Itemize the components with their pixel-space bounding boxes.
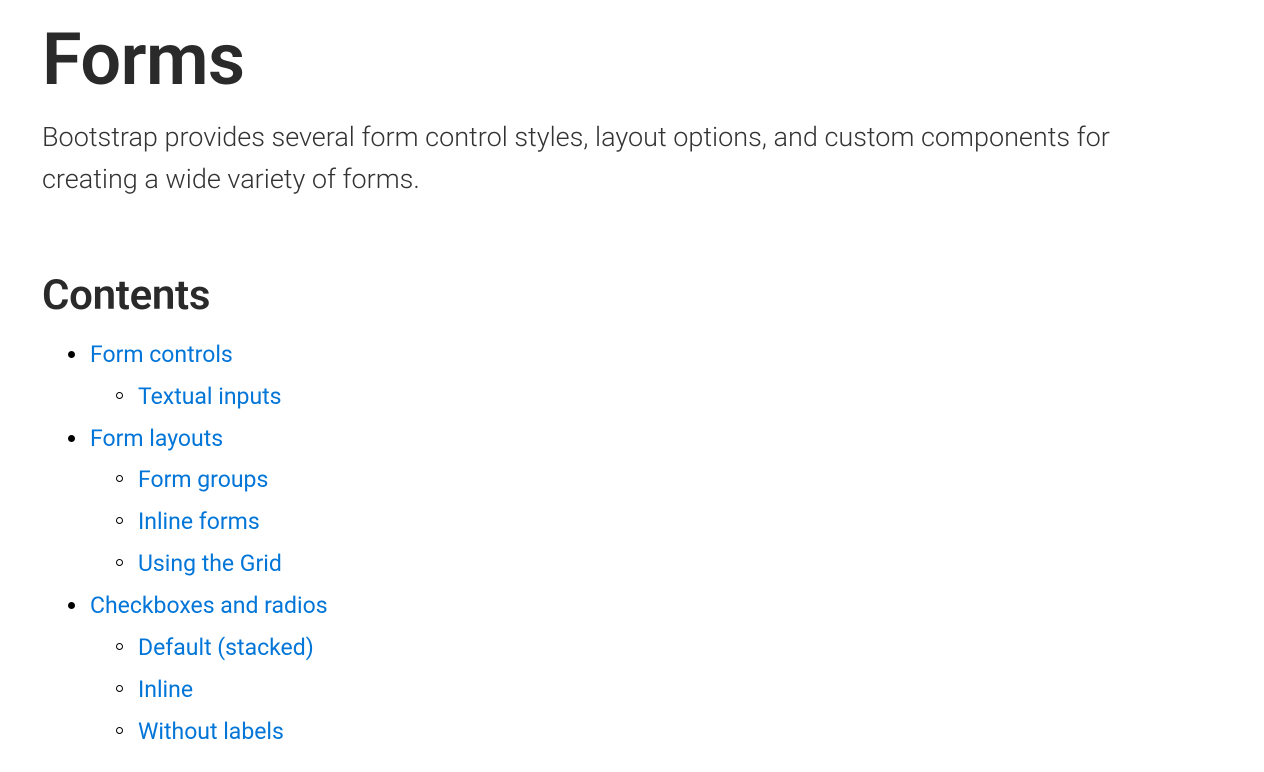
toc-link-using-the-grid[interactable]: Using the Grid (138, 550, 282, 577)
toc-item: Form layouts Form groups Inline forms Us… (90, 418, 1222, 585)
toc-link-inline[interactable]: Inline (138, 676, 193, 703)
page-title: Forms (42, 20, 1222, 99)
toc-subitem: Inline (138, 669, 1222, 711)
contents-heading: Contents (42, 271, 1222, 320)
toc-link-without-labels[interactable]: Without labels (138, 718, 284, 745)
toc-subitem: Form groups (138, 459, 1222, 501)
toc-link-checkboxes-and-radios[interactable]: Checkboxes and radios (90, 592, 328, 619)
toc-subitem: Using the Grid (138, 543, 1222, 585)
lead-paragraph: Bootstrap provides several form control … (42, 117, 1202, 201)
toc-link-form-controls[interactable]: Form controls (90, 341, 233, 368)
toc-link-textual-inputs[interactable]: Textual inputs (138, 383, 282, 410)
toc-subitem: Default (stacked) (138, 627, 1222, 669)
toc-link-inline-forms[interactable]: Inline forms (138, 508, 260, 535)
toc-item: Form controls Textual inputs (90, 334, 1222, 418)
toc-link-form-layouts[interactable]: Form layouts (90, 425, 223, 452)
toc-link-form-groups[interactable]: Form groups (138, 466, 268, 493)
toc-subitem: Without labels (138, 711, 1222, 753)
toc-subitem: Inline forms (138, 501, 1222, 543)
toc-item: Checkboxes and radios Default (stacked) … (90, 585, 1222, 752)
toc-link-default-stacked[interactable]: Default (stacked) (138, 634, 314, 661)
toc-subitem: Textual inputs (138, 376, 1222, 418)
table-of-contents: Form controls Textual inputs Form layout… (42, 334, 1222, 753)
